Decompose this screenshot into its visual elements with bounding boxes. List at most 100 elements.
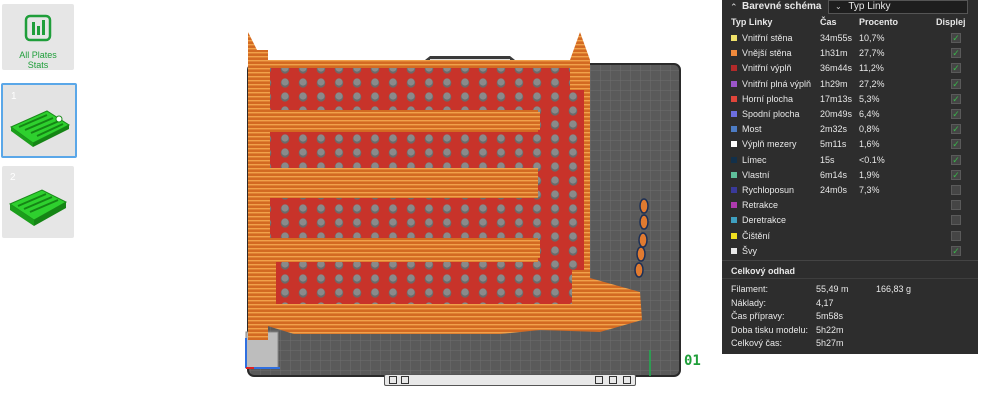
color-swatch: [731, 141, 737, 148]
line-type-percent: <0.1%: [859, 154, 885, 165]
summary-title: Celkový odhad: [731, 266, 796, 276]
divider: [722, 278, 978, 279]
display-checkbox[interactable]: ✓: [951, 93, 961, 104]
line-type-percent: 11,2%: [859, 63, 884, 74]
color-swatch: [731, 35, 737, 41]
summary-row: Doba tisku modelu: 5h22m: [722, 324, 978, 337]
summary-value-secondary: 166,83 g: [876, 284, 912, 294]
line-type-time: 34m55s: [820, 33, 853, 43]
plate-sidebar: All Plates Stats 1 2: [0, 0, 80, 401]
color-scheme-value: Typ Linky: [848, 1, 891, 12]
display-checkbox[interactable]: ✓: [951, 63, 961, 74]
line-type-time: 20m49s: [820, 109, 853, 119]
line-type-time: 36m44s: [820, 63, 853, 74]
line-type-percent: 1,9%: [859, 169, 880, 180]
legend-row: Límec 15s <0.1% ✓: [722, 153, 978, 168]
summary-row: Náklady: 4,17: [722, 297, 978, 310]
legend-header: ⌃ Barevné schéma ⌄ Typ Linky: [722, 0, 978, 14]
home-icon[interactable]: [623, 376, 631, 384]
display-checkbox[interactable]: ✓: [951, 245, 961, 256]
display-checkbox[interactable]: [951, 200, 961, 211]
line-type-percent: 5,3%: [859, 93, 880, 104]
summary-label: Náklady:: [731, 297, 767, 308]
color-swatch: [731, 65, 737, 72]
display-checkbox[interactable]: ✓: [951, 33, 961, 43]
line-type-name: Vnitřní stěna: [742, 33, 793, 43]
line-type-percent: 6,4%: [859, 109, 880, 119]
display-checkbox[interactable]: [951, 185, 961, 195]
legend-row: Most 2m32s 0,8% ✓: [722, 122, 978, 137]
line-type-name: Most: [742, 124, 762, 135]
display-checkbox[interactable]: [951, 230, 961, 241]
line-type-name: Výplň mezery: [742, 139, 797, 150]
color-scheme-title: Barevné schéma: [742, 1, 822, 12]
summary-row: Čas přípravy: 5m58s: [722, 310, 978, 323]
line-type-name: Švy: [742, 245, 758, 256]
plate-thumbnail-2[interactable]: 2: [2, 166, 74, 238]
legend-row: Vnější stěna 1h31m 27,7% ✓: [722, 46, 978, 61]
layers-icon[interactable]: [389, 376, 397, 384]
display-checkbox[interactable]: ✓: [951, 109, 961, 119]
summary-value: 55,49 m: [816, 284, 849, 294]
line-type-name: Deretrakce: [742, 215, 787, 226]
line-type-name: Vnitřní plná výplň: [742, 78, 812, 89]
color-swatch: [731, 217, 737, 224]
color-swatch: [731, 80, 737, 87]
legend-row: Vnitřní stěna 34m55s 10,7% ✓: [722, 31, 978, 46]
color-swatch: [731, 171, 737, 178]
color-swatch: [731, 202, 737, 209]
display-checkbox[interactable]: ✓: [951, 78, 961, 89]
line-type-percent: 27,2%: [859, 78, 885, 89]
stats-icon: [24, 14, 52, 42]
column-header-type: Typ Linky: [731, 17, 773, 27]
plate-thumbnail-1[interactable]: 1: [1, 83, 77, 158]
display-checkbox[interactable]: ✓: [951, 124, 961, 135]
line-type-time: 6m14s: [820, 169, 848, 180]
display-checkbox[interactable]: ✓: [951, 154, 961, 165]
line-type-time: 5m11s: [820, 139, 847, 150]
build-plate-preview: [245, 32, 681, 377]
color-swatch: [731, 111, 737, 117]
color-swatch: [731, 95, 737, 102]
line-type-name: Spodní plocha: [742, 109, 800, 119]
display-checkbox[interactable]: ✓: [951, 48, 961, 59]
layer-slider-toolbar[interactable]: [384, 374, 636, 386]
legend-row: Spodní plocha 20m49s 6,4% ✓: [722, 107, 978, 122]
color-swatch: [731, 187, 737, 193]
summary-label: Doba tisku modelu:: [731, 324, 809, 335]
display-checkbox[interactable]: ✓: [951, 169, 961, 180]
preview-viewport[interactable]: [240, 20, 720, 390]
settings-icon[interactable]: [401, 376, 409, 384]
legend-row: Retrakce: [722, 198, 978, 213]
legend-panel: ⌃ Barevné schéma ⌄ Typ Linky Typ Linky Č…: [722, 0, 978, 354]
display-checkbox[interactable]: [951, 215, 961, 226]
summary-label: Čas přípravy:: [731, 311, 785, 321]
line-type-name: Retrakce: [742, 200, 779, 211]
summary-value: 5h27m: [816, 338, 844, 348]
summary-row: Celkový čas: 5h27m: [722, 337, 978, 350]
display-checkbox[interactable]: ✓: [951, 139, 961, 150]
legend-row: Vnitřní plná výplň 1h29m 27,2% ✓: [722, 77, 978, 92]
line-type-time: 24m0s: [820, 185, 848, 195]
color-scheme-select[interactable]: ⌄ Typ Linky: [828, 0, 968, 14]
line-type-time: 1h29m: [820, 78, 848, 89]
all-plates-stats-button[interactable]: All Plates Stats: [2, 4, 74, 70]
legend-row: Horní plocha 17m13s 5,3% ✓: [722, 92, 978, 107]
legend-row: Vnitřní výplň 36m44s 11,2% ✓: [722, 61, 978, 76]
trash-icon[interactable]: [609, 376, 617, 384]
divider: [722, 260, 978, 261]
line-type-time: 15s: [820, 154, 835, 165]
chevron-down-icon: ⌄: [835, 2, 842, 11]
line-type-name: Vnitřní výplň: [742, 63, 792, 74]
line-type-name: Vlastní: [742, 169, 770, 180]
line-type-percent: 10,7%: [859, 33, 885, 43]
column-header-time: Čas: [820, 17, 837, 27]
camera-icon[interactable]: [595, 376, 603, 384]
slicer-app: All Plates Stats 1 2 01 ⌃ Barevné schéma…: [0, 0, 1000, 401]
column-header-percent: Procento: [859, 17, 899, 27]
plate-index-label: 01: [684, 353, 701, 369]
collapse-icon[interactable]: ⌃: [730, 2, 738, 13]
legend-row: Čištění: [722, 229, 978, 244]
line-type-name: Horní plocha: [742, 93, 794, 104]
line-type-name: Vnější stěna: [742, 48, 792, 59]
